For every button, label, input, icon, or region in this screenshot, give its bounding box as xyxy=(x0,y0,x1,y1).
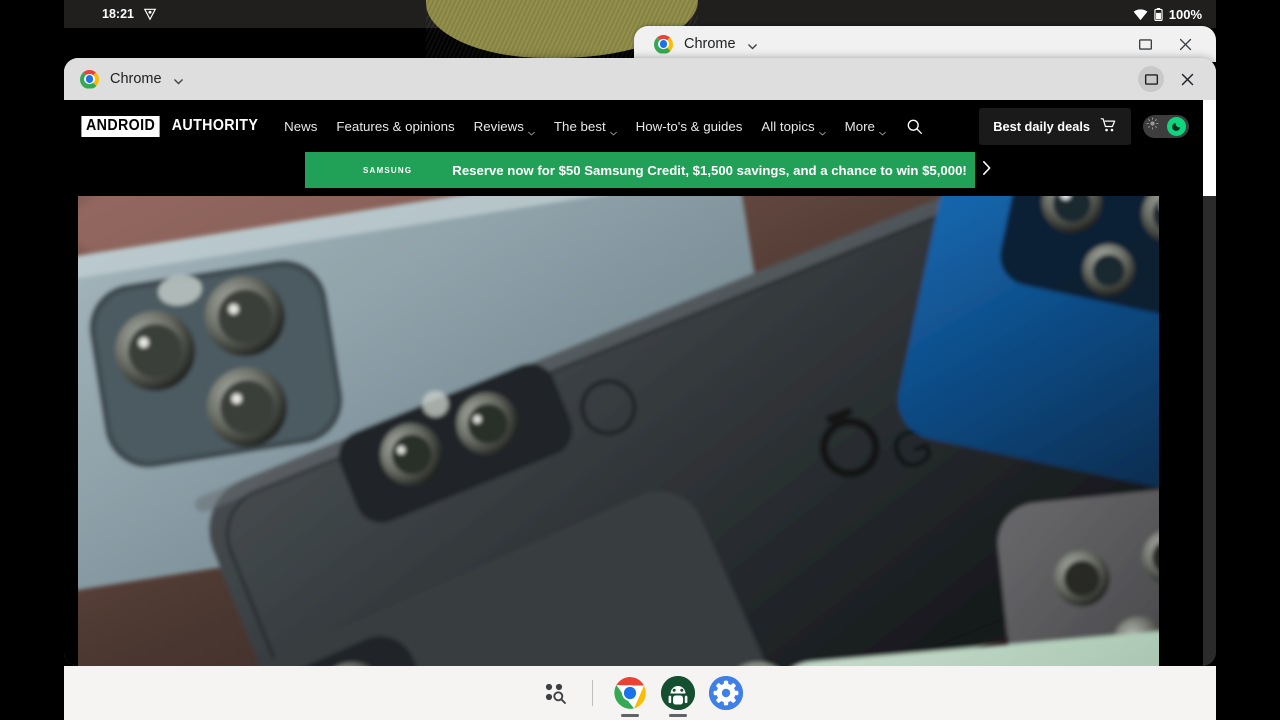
window-controls-background xyxy=(1132,31,1216,57)
window-title-group-front: Chrome xyxy=(64,69,184,89)
status-bar-right: 100% xyxy=(1133,7,1202,22)
screen: 18:21 100% Chrome Chrome ANDROID AUTHORI… xyxy=(0,0,1280,720)
nav-item-label: More xyxy=(844,118,875,134)
nav-item-label: How-to's & guides xyxy=(635,118,743,134)
nav-item-label: News xyxy=(284,118,318,134)
running-indicator xyxy=(620,714,639,717)
status-bar-clock: 18:21 xyxy=(102,7,134,21)
site-logo[interactable]: ANDROID AUTHORITY xyxy=(78,115,262,137)
maximize-icon[interactable] xyxy=(1132,31,1158,57)
chevron-down-icon xyxy=(879,124,886,135)
nav-item-label: Features & opinions xyxy=(336,118,455,134)
chrome-window-foreground[interactable]: Chrome ANDROID AUTHORITY News Features &… xyxy=(64,58,1216,666)
screen-letterbox-left xyxy=(0,0,64,720)
chrome-window-background[interactable]: Chrome xyxy=(634,26,1216,62)
promo-banner-wrap: SAMSUNG Reserve now for $50 Samsung Cred… xyxy=(64,152,1216,188)
chrome-logo-icon xyxy=(654,34,673,54)
promo-message: Reserve now for $50 Samsung Credit, $1,5… xyxy=(452,162,967,178)
chevron-down-icon xyxy=(609,124,617,135)
hero-image-wrap: G xyxy=(64,188,1216,666)
status-bar-left: 18:21 xyxy=(102,7,157,21)
web-page-content: ANDROID AUTHORITY News Features & opinio… xyxy=(64,100,1216,666)
site-navigation-bar: ANDROID AUTHORITY News Features & opinio… xyxy=(64,100,1216,152)
cart-icon xyxy=(1100,117,1117,136)
window-title-label: Chrome xyxy=(110,71,162,87)
shelf-divider xyxy=(591,680,593,706)
hero-photo-illustration: G xyxy=(78,196,1159,666)
hero-image[interactable]: G xyxy=(78,196,1159,666)
chevron-down-icon xyxy=(527,124,535,135)
screen-letterbox-right xyxy=(1216,0,1280,720)
nav-item-label: The best xyxy=(553,118,606,134)
sun-icon xyxy=(1146,117,1159,135)
nav-item-label: Reviews xyxy=(473,118,524,134)
close-icon[interactable] xyxy=(1174,66,1200,92)
window-title-label: Chrome xyxy=(684,36,736,52)
best-daily-deals-button[interactable]: Best daily deals xyxy=(979,107,1131,145)
battery-icon xyxy=(1154,7,1163,21)
site-logo-plain-word: AUTHORITY xyxy=(171,117,259,134)
shield-icon xyxy=(143,7,157,21)
running-indicator xyxy=(668,714,687,717)
page-scrollbar-thumb[interactable] xyxy=(1203,100,1216,196)
best-daily-deals-label: Best daily deals xyxy=(993,118,1090,134)
nav-item-more[interactable]: More xyxy=(844,118,886,135)
chrome-logo-icon xyxy=(80,69,99,89)
shelf-app-android-authority[interactable] xyxy=(660,676,695,717)
nav-item-all-topics[interactable]: All topics xyxy=(761,118,826,135)
nav-item-label: All topics xyxy=(761,118,815,134)
shelf-app-chrome[interactable] xyxy=(613,676,647,717)
page-scrollbar[interactable] xyxy=(1203,100,1216,666)
wifi-icon xyxy=(1133,8,1148,21)
window-title-bar[interactable]: Chrome xyxy=(64,58,1216,100)
promo-banner[interactable]: SAMSUNG Reserve now for $50 Samsung Cred… xyxy=(305,152,991,188)
battery-percent-label: 100% xyxy=(1168,6,1202,22)
nav-item-reviews[interactable]: Reviews xyxy=(473,118,535,135)
moon-icon xyxy=(1167,116,1186,136)
system-shelf xyxy=(64,666,1216,720)
chevron-down-icon xyxy=(818,124,826,135)
chevron-right-icon[interactable] xyxy=(981,160,992,181)
shelf-dock xyxy=(538,676,743,717)
window-title-group: Chrome xyxy=(634,34,758,54)
chevron-down-icon[interactable] xyxy=(747,39,758,50)
close-icon[interactable] xyxy=(1172,31,1198,57)
nav-item-the-best[interactable]: The best xyxy=(553,118,617,135)
maximize-icon[interactable] xyxy=(1138,66,1164,92)
site-logo-boxed-word: ANDROID xyxy=(81,115,160,137)
chevron-down-icon[interactable] xyxy=(173,74,184,85)
app-launcher-icon[interactable] xyxy=(538,676,572,710)
shelf-app-settings[interactable] xyxy=(708,676,743,710)
nav-item-news[interactable]: News xyxy=(284,119,317,134)
nav-items: News Features & opinions Reviews The bes… xyxy=(284,118,886,135)
nav-item-features-opinions[interactable]: Features & opinions xyxy=(336,119,454,134)
search-icon[interactable] xyxy=(906,118,923,135)
window-controls xyxy=(1138,66,1216,92)
theme-toggle[interactable] xyxy=(1143,114,1189,138)
nav-right-group: Best daily deals xyxy=(979,107,1216,145)
nav-item-how-tos-guides[interactable]: How-to's & guides xyxy=(636,119,743,134)
promo-brand-label: SAMSUNG xyxy=(363,165,413,175)
